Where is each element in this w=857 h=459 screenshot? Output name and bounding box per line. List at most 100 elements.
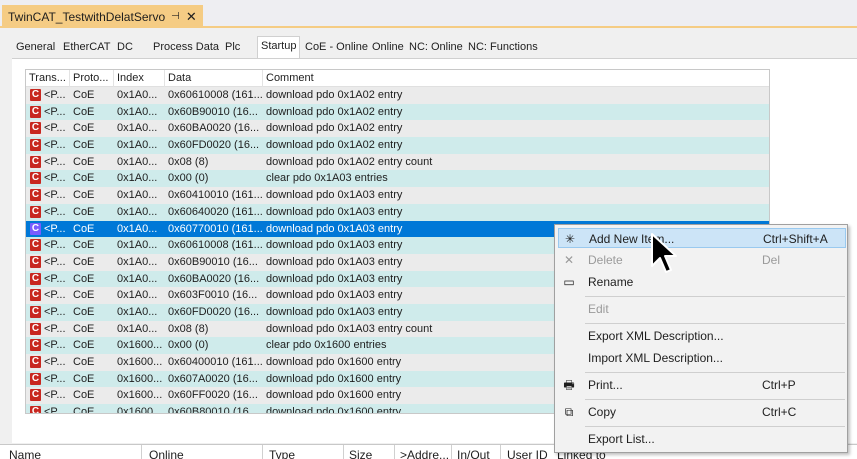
menu-item-import-xml-description[interactable]: Import XML Description... [558,348,846,368]
tab-process-data[interactable]: Process Data [153,38,219,56]
cell-comment: download pdo 0x1600 entry [266,372,402,385]
close-icon[interactable]: ✕ [186,9,197,25]
tab-plc[interactable]: Plc [225,38,240,56]
table-row[interactable]: C <P... CoE 0x1A0... 0x60610008 (161... downl… [26,87,769,104]
column-header-protocol[interactable]: Proto... [70,70,114,87]
coe-icon: C [30,406,41,413]
table-row[interactable]: C <P... CoE 0x1A0... 0x08 (8) download pdo 0x… [26,153,769,171]
column-header-size[interactable]: Size [349,448,372,459]
cell-comment: download pdo 0x1A02 entry [266,139,403,152]
cell-data: 0x60610008 (161... [168,89,263,101]
column-header-online[interactable]: Online [149,448,184,459]
menu-item-export-list[interactable]: Export List... [558,429,846,449]
cell-data: 0x60B90010 (16... [168,105,258,118]
cell-protocol: CoE [73,289,95,302]
menu-item-add-new-item[interactable]: ✳ Add New Item... Ctrl+Shift+A [558,228,846,248]
coe-icon: C [30,255,41,268]
column-header-data[interactable]: Data [165,70,263,87]
tab-dc[interactable]: DC [117,38,133,56]
tab-nc-online[interactable]: NC: Online [409,38,463,56]
menu-item-rename[interactable]: ▭ Rename [558,272,846,292]
menu-item-label: Copy [588,405,617,419]
tab-ethercat[interactable]: EtherCAT [63,38,110,56]
cell-index: 0x1A0... [117,155,158,168]
menu-item-label: Export List... [588,432,655,446]
cell-transition: <P... [44,406,66,414]
column-header-name[interactable]: Name [9,448,41,459]
cell-data: 0x00 (0) [168,339,209,352]
menu-item-export-xml-description[interactable]: Export XML Description... [558,326,846,346]
tab-coe-online[interactable]: CoE - Online [305,38,368,56]
column-header-address[interactable]: >Addre... [400,448,449,459]
menu-item-copy[interactable]: ⧉ Copy Ctrl+C [558,402,846,422]
cell-transition: <P... [44,205,66,218]
cell-index: 0x1A0... [117,289,158,302]
cell-protocol: CoE [73,139,95,152]
tab-startup[interactable]: Startup [257,36,301,58]
cell-protocol: CoE [73,356,95,368]
cell-protocol: CoE [73,239,95,252]
table-row[interactable]: C <P... CoE 0x1A0... 0x60FD0020 (16... downlo… [26,137,769,154]
menu-item-shortcut: Ctrl+C [762,405,797,419]
menu-item-delete[interactable]: ✕ Delete Del [558,250,846,270]
menu-item-label: Export XML Description... [588,329,724,343]
cell-index: 0x1A0... [117,239,158,252]
coe-icon: C [30,122,41,135]
cell-transition: <P... [44,105,66,118]
menu-item-print[interactable]: 🖶 Print... Ctrl+P [558,375,846,395]
cell-index: 0x1600... [117,339,163,352]
property-tabs: General EtherCAT DC Process Data Plc Sta… [12,36,857,58]
tab-online[interactable]: Online [372,38,404,56]
cell-comment: download pdo 0x1A03 entry [266,289,403,302]
rename-icon: ▭ [563,275,575,289]
cell-comment: download pdo 0x1A03 entry count [266,322,433,335]
delete-icon: ✕ [563,253,575,267]
table-row[interactable]: C <P... CoE 0x1A0... 0x60B90010 (16... downlo… [26,103,769,121]
copy-icon: ⧉ [564,405,574,419]
table-row[interactable]: C <P... CoE 0x1A0... 0x60410010 (161... downl… [26,187,769,204]
coe-icon: C [30,322,41,335]
cell-transition: <P... [44,356,66,368]
table-row[interactable]: C <P... CoE 0x1A0... 0x00 (0) clear pdo 0x1A0… [26,170,769,188]
pin-icon[interactable]: ⊣ [171,11,180,22]
cell-comment: clear pdo 0x1A03 entries [266,172,388,185]
column-header-index[interactable]: Index [114,70,165,87]
cell-protocol: CoE [73,122,95,135]
document-tab-title: TwinCAT_TestwithDelatServo [8,9,166,24]
cell-comment: download pdo 0x1A02 entry [266,122,403,135]
column-header-user-id[interactable]: User ID [507,448,548,459]
coe-icon: C [30,372,41,385]
list-header: Trans... Proto... Index Data Comment [26,70,769,87]
cell-protocol: CoE [73,272,95,285]
cell-data: 0x60410010 (161... [168,189,263,202]
cell-transition: <P... [44,289,66,302]
document-tab-strip: TwinCAT_TestwithDelatServo ⊣ ✕ [0,0,857,28]
coe-icon: C [30,139,41,152]
cell-transition: <P... [44,89,66,101]
column-header-transition[interactable]: Trans... [26,70,70,87]
cell-comment: download pdo 0x1A03 entry [266,239,403,252]
tab-general[interactable]: General [16,38,55,56]
cell-comment: download pdo 0x1A03 entry [266,255,403,268]
menu-item-shortcut: Ctrl+P [762,378,796,392]
cell-data: 0x60BA0020 (16... [168,272,260,285]
document-tab[interactable]: TwinCAT_TestwithDelatServo ⊣ ✕ [2,5,203,28]
cell-index: 0x1A0... [117,322,158,335]
coe-icon: C [30,289,41,302]
column-header-in-out[interactable]: In/Out [457,448,490,459]
table-row[interactable]: C <P... CoE 0x1A0... 0x60640020 (161... downl… [26,203,769,221]
cell-transition: <P... [44,122,66,135]
table-row[interactable]: C <P... CoE 0x1A0... 0x60BA0020 (16... downlo… [26,120,769,138]
column-header-type[interactable]: Type [269,448,295,459]
tab-nc-functions[interactable]: NC: Functions [468,38,538,56]
cell-data: 0x60640020 (161... [168,205,263,218]
print-icon: 🖶 [563,378,575,392]
menu-item-label: Delete [588,253,623,267]
menu-item-edit[interactable]: Edit [558,299,846,319]
cell-comment: download pdo 0x1600 entry [266,406,402,414]
column-header-comment[interactable]: Comment [263,70,769,87]
cell-transition: <P... [44,389,66,402]
cell-data: 0x00 (0) [168,172,209,185]
cell-protocol: CoE [73,305,95,318]
cell-index: 0x1A0... [117,205,158,218]
